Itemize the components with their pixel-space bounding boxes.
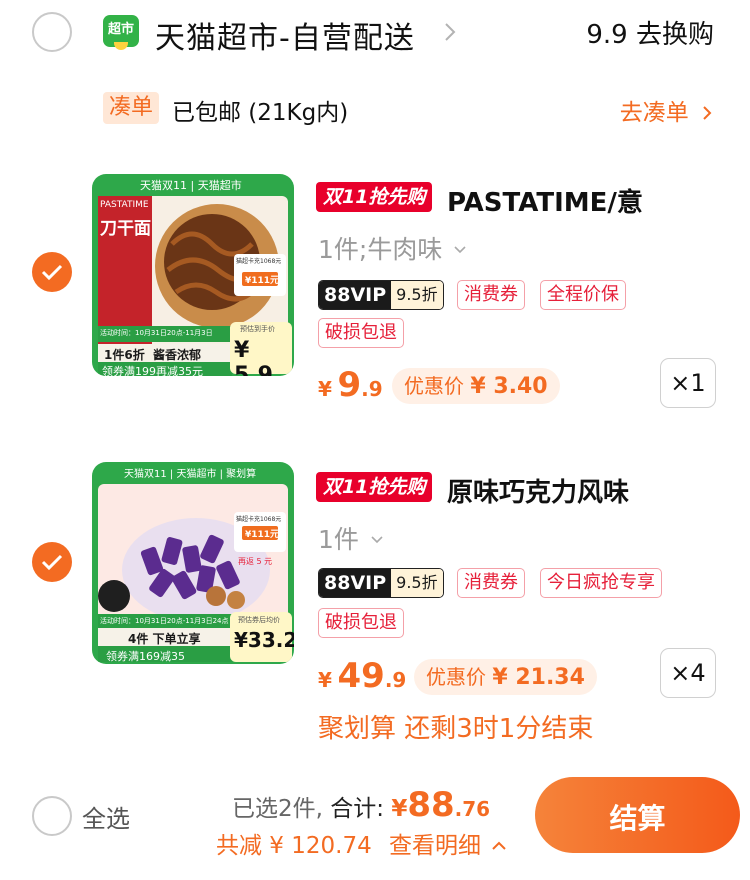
savings-row[interactable]: 共减 ¥ 120.74 查看明细 xyxy=(216,826,507,860)
thumb-promo-line: 活动时间：10月31日20点-11月3日24点 xyxy=(100,617,229,625)
thumb-card-amount: ¥111元 xyxy=(245,276,280,286)
go-bundle-label: 去凑单 xyxy=(619,100,689,126)
item-price: ¥ 49.9 xyxy=(318,656,407,696)
discount-label: 优惠价 xyxy=(426,665,486,689)
vip-discount: 9.5折 xyxy=(391,281,443,309)
thumb-side-note: 再返 5 元 xyxy=(238,557,273,566)
vip-discount-badge: 88VIP 9.5折 xyxy=(318,568,444,598)
selected-count: 已选2件, xyxy=(232,796,323,822)
go-bundle-link[interactable]: 去凑单 xyxy=(620,93,712,127)
price-protect-tag: 全程价保 xyxy=(540,280,626,310)
thumb-coupon: 领券满169减35 xyxy=(106,650,185,663)
thumb-est-label: 预估到手价 xyxy=(240,325,275,333)
thumb-deal: 1件6折 酱香浓郁 xyxy=(104,348,202,362)
item-checkbox[interactable] xyxy=(32,542,72,582)
double11-presale-tag: 双11抢先购 xyxy=(316,472,433,502)
discount-price: ¥ 21.34 xyxy=(492,665,585,690)
item-checkbox[interactable] xyxy=(32,252,72,292)
thumb-card-text: 猫超卡充1068元 xyxy=(236,516,282,523)
bundle-tag: 凑单 xyxy=(103,92,160,124)
checkmark-icon xyxy=(41,264,63,281)
thumb-coupon: 领券满199再减35元 xyxy=(102,365,203,376)
sku-selector[interactable]: 1件;牛肉味 xyxy=(318,230,466,266)
checkout-bar: 全选 已选2件, 合计: ¥88.76 共减 ¥ 120.74 查看明细 结算 … xyxy=(0,752,750,880)
watermark: zhizhizhi.com xyxy=(638,856,740,872)
thumb-deal: 4件 下单立享 xyxy=(128,632,201,646)
coupon-tag: 消费券 xyxy=(457,280,525,310)
checkmark-icon xyxy=(41,554,63,571)
thumb-est-label: 预估券后均价 xyxy=(238,616,280,624)
damage-return-tag: 破损包退 xyxy=(318,608,404,638)
discount-price: ¥ 3.40 xyxy=(470,374,548,399)
discount-price-pill: 优惠价 ¥ 3.40 xyxy=(392,368,560,404)
thumb-card-text: 猫超卡充1068元 xyxy=(236,258,282,265)
chevron-up-icon xyxy=(492,841,507,850)
select-all-label[interactable]: 全选 xyxy=(82,799,130,834)
chevron-down-icon xyxy=(371,536,383,544)
thumb-banner: 天猫双11 | 天猫超市 | 聚划算 xyxy=(124,469,257,480)
total-amount: ¥88.76 xyxy=(391,785,491,825)
discount-label: 优惠价 xyxy=(404,374,464,398)
juhuasuan-countdown: 聚划算 还剩3时1分结束 xyxy=(318,714,594,744)
vip-label: 88VIP xyxy=(319,281,392,309)
chevron-right-icon xyxy=(703,106,712,120)
discount-price-pill: 优惠价 ¥ 21.34 xyxy=(414,659,597,695)
view-details-link[interactable]: 查看明细 xyxy=(389,833,481,859)
chevron-down-icon xyxy=(454,246,466,254)
thumb-est-price: ¥ 5.9 xyxy=(234,338,273,376)
quantity-stepper[interactable]: ×1 xyxy=(660,358,716,408)
chevron-right-icon[interactable] xyxy=(444,22,456,42)
sku-text: 1件 xyxy=(318,525,359,554)
vip-discount: 9.5折 xyxy=(391,569,443,597)
vip-label: 88VIP xyxy=(319,569,392,597)
product-thumbnail[interactable]: 天猫双11 | 天猫超市 PASTATIME 刀干面 猫超卡充1068元 ¥11… xyxy=(92,174,294,376)
thumb-banner: 天猫双11 | 天猫超市 xyxy=(140,179,242,192)
store-select-checkbox[interactable] xyxy=(32,12,72,52)
total-summary: 已选2件, 合计: ¥88.76 xyxy=(232,785,490,825)
cart-store-card: 超市 天猫超市-自营配送 9.9 去换购 凑单 已包邮 (21Kg内) 去凑单 xyxy=(0,0,750,752)
cart-item: 天猫双11 | 天猫超市 PASTATIME 刀干面 猫超卡充1068元 ¥11… xyxy=(0,170,750,450)
checkout-button[interactable]: 结算 xyxy=(535,777,740,853)
vip-discount-badge: 88VIP 9.5折 xyxy=(318,280,444,310)
thumb-est-price: ¥33.2 xyxy=(234,628,294,652)
product-thumbnail[interactable]: 天猫双11 | 天猫超市 | 聚划算 猫超卡充1068元 ¥111元 再返 5 … xyxy=(92,462,294,664)
sku-selector[interactable]: 1件 xyxy=(318,520,383,556)
store-icon-text: 超市 xyxy=(107,22,134,37)
store-name[interactable]: 天猫超市-自营配送 xyxy=(155,13,415,57)
product-title[interactable]: 原味巧克力风味 xyxy=(447,472,629,509)
product-title[interactable]: PASTATIME/意 xyxy=(447,182,643,219)
swap-deal-link[interactable]: 9.9 去换购 xyxy=(586,14,714,51)
double11-presale-tag: 双11抢先购 xyxy=(316,182,433,212)
checkout-label: 结算 xyxy=(609,802,666,835)
select-all-checkbox[interactable] xyxy=(32,796,72,836)
shipping-row: 凑单 已包邮 (21Kg内) 去凑单 xyxy=(0,88,750,128)
quantity-stepper[interactable]: ×4 xyxy=(660,648,716,698)
coupon-tag: 消费券 xyxy=(457,568,525,598)
thumb-promo-line: 活动时间：10月31日20点-11月3日 xyxy=(100,329,213,337)
thumb-card-amount: ¥111元 xyxy=(245,530,280,540)
thumb-headline: 刀干面 xyxy=(100,219,151,239)
cart-item: 天猫双11 | 天猫超市 | 聚划算 猫超卡充1068元 ¥111元 再返 5 … xyxy=(0,460,750,744)
damage-return-tag: 破损包退 xyxy=(318,318,404,348)
flash-sale-tag: 今日疯抢专享 xyxy=(540,568,662,598)
item-price: ¥ 9.9 xyxy=(318,365,383,405)
total-label: 合计: xyxy=(330,796,385,822)
store-header: 超市 天猫超市-自营配送 9.9 去换购 xyxy=(0,0,750,64)
free-shipping-text: 已包邮 (21Kg内) xyxy=(172,100,349,126)
tmall-supermarket-icon: 超市 xyxy=(103,15,139,50)
savings-amount: 共减 ¥ 120.74 xyxy=(216,833,372,859)
thumb-brand: PASTATIME xyxy=(100,200,149,210)
sku-text: 1件;牛肉味 xyxy=(318,235,443,264)
